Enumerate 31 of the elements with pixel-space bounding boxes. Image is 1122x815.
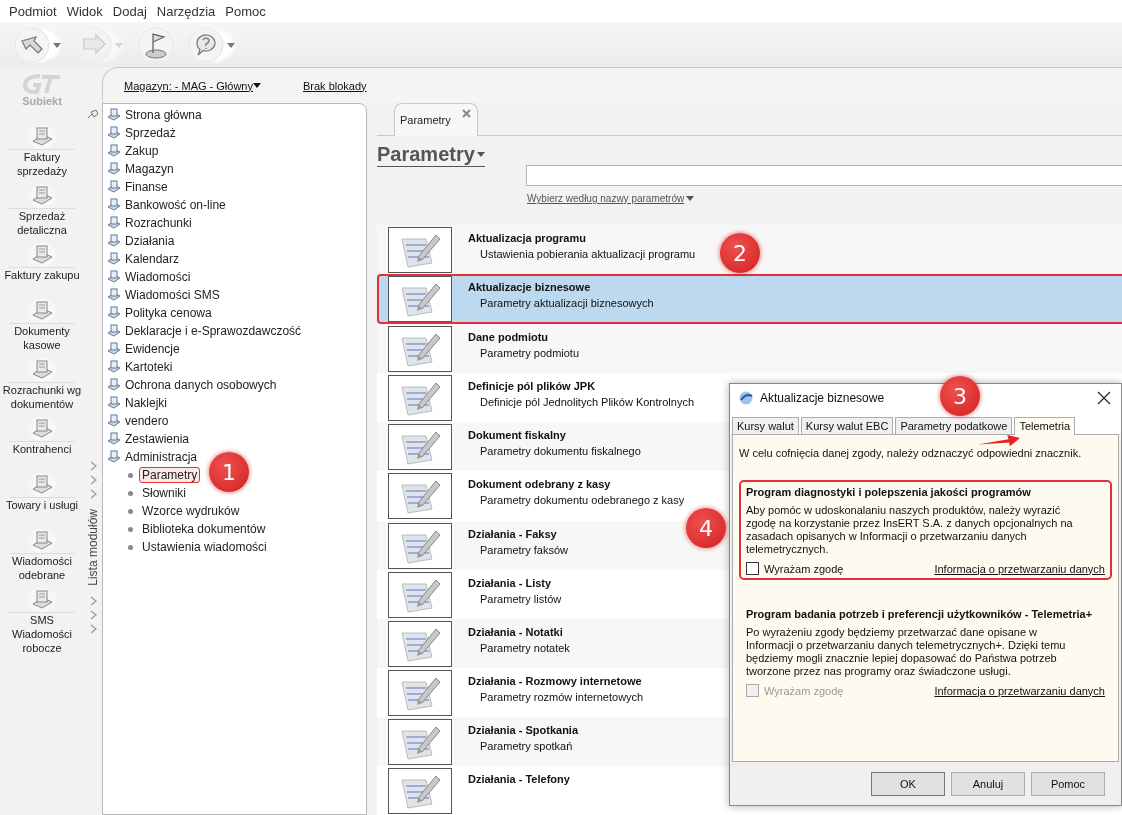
parameter-description: Ustawienia pobierania aktualizacji programu bbox=[480, 248, 696, 261]
parameter-title: Działania - Telefony bbox=[468, 772, 570, 785]
parameter-title: Dokument fiskalny bbox=[468, 429, 567, 442]
parameter-title: Dane podmiotu bbox=[468, 331, 550, 344]
dialog-title: Aktualizacje biznesowe bbox=[760, 391, 885, 405]
section-title: Program badania potrzeb i preferencji użytkowników - Telemetria+ bbox=[746, 608, 1094, 620]
section-text: Po wyrażeniu zgody będziemy przetwarzać dane opisane w Informacji o przetwarzaniu danych telemetrycznych+. Dzięki temu będziemy mogli znacznie lepiej dopasować do Państwa potrzeb tworzone przez nas programy oraz świadczone usługi. bbox=[746, 626, 1067, 678]
parameter-description: Parametry aktualizacji biznesowych bbox=[480, 297, 654, 310]
section-title: Program diagnostyki i polepszenia jakości programów bbox=[746, 486, 1032, 498]
parameter-description: Parametry podmiotu bbox=[480, 347, 580, 360]
parameter-title: Dokument odebrany z kasy bbox=[468, 478, 612, 491]
parameter-description: Parametry faksów bbox=[480, 543, 569, 556]
parameter-title: Aktualizacje biznesowe bbox=[468, 281, 592, 294]
parameter-title: Działania - Faksy bbox=[468, 527, 558, 540]
parameter-description: Definicje pól Jednolitych Plików Kontrolnych bbox=[480, 396, 694, 409]
parameter-description: Parametry dokumentu fiskalnego bbox=[480, 445, 641, 458]
parameter-title: Definicje pól plików JPK bbox=[468, 380, 597, 393]
parameter-title: Działania - Spotkania bbox=[468, 723, 579, 736]
parameter-title: Działania - Notatki bbox=[468, 625, 564, 638]
parameter-description: Parametry dokumentu odebranego z kasy bbox=[480, 494, 685, 507]
parameter-title: Działania - Rozmowy internetowe bbox=[468, 674, 643, 687]
parameter-title: Działania - Listy bbox=[468, 576, 553, 589]
intro-text: W celu cofnięcia danej zgody, należy odznaczyć odpowiedni znacznik. bbox=[739, 447, 1083, 459]
parameter-title: Aktualizacja programu bbox=[468, 232, 587, 245]
panel-title: Lista modułów bbox=[86, 509, 100, 586]
section-text: Aby pomóc w udoskonalaniu naszych produktów, należy wyrazić zgodę na korzystanie przez InsERT S.A. z danych opcjonalnych na zasadach opisanych w Informacji o przetwarzaniu danych telemetrycznych. bbox=[746, 504, 1074, 556]
parameter-description: Parametry listów bbox=[480, 592, 562, 605]
parameter-description: Parametry spotkań bbox=[480, 739, 574, 752]
parameter-description: Parametry rozmów internetowych bbox=[480, 690, 644, 703]
app-name: Subiekt bbox=[22, 95, 62, 107]
parameter-description: Parametry notatek bbox=[480, 641, 570, 654]
